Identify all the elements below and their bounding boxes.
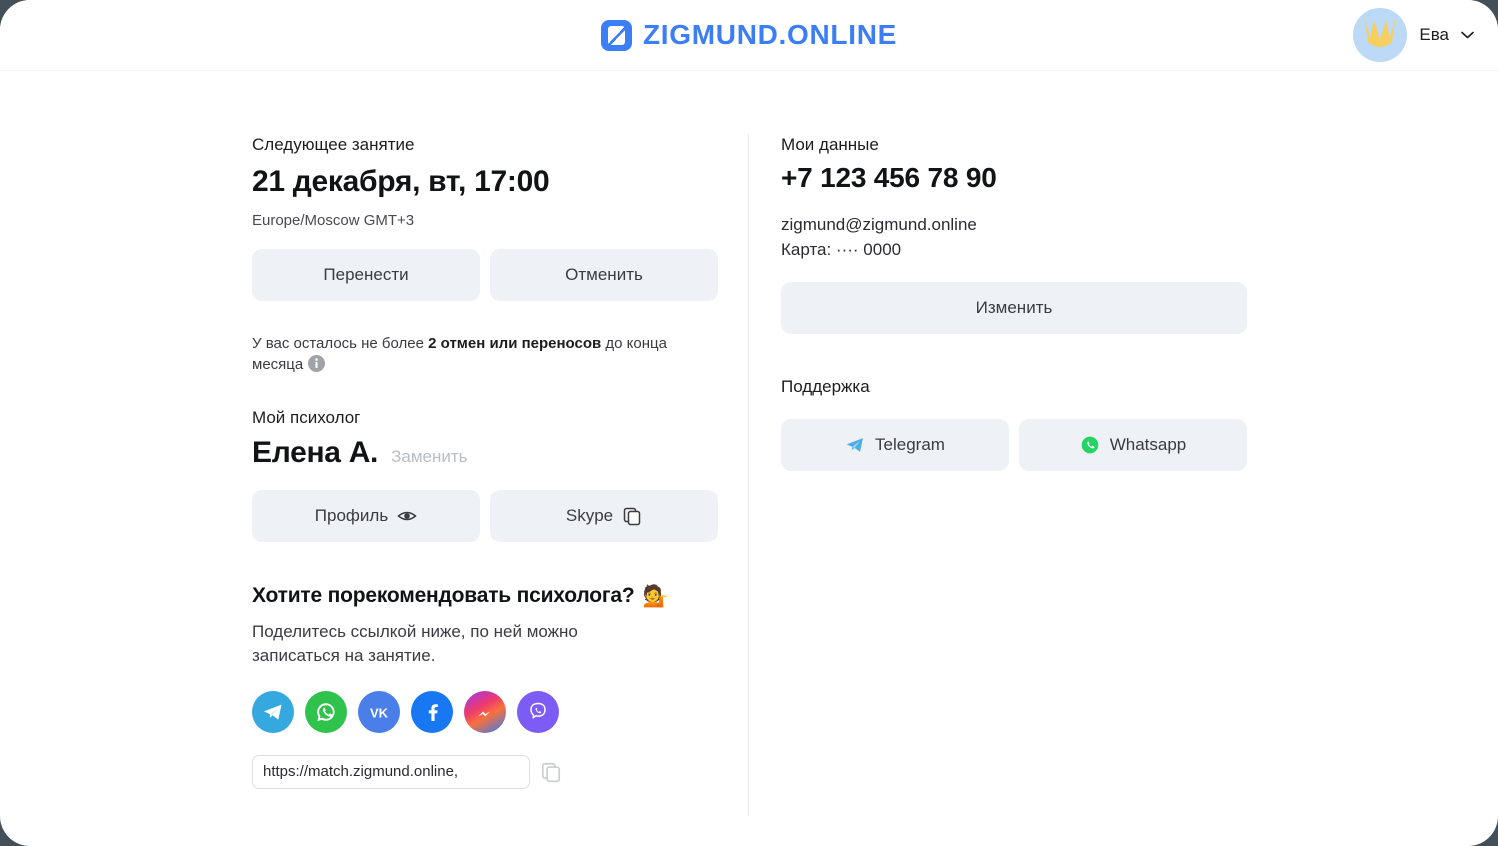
notice-count: 2 отмен или переносов (428, 334, 602, 352)
referral-title: Хотите порекомендовать психолога? (252, 584, 635, 608)
my-data-label: Мои данные (781, 135, 879, 154)
support-telegram-label: Telegram (875, 434, 945, 454)
right-column: Мои данные +7 123 456 78 90 zigmund@zigm… (781, 134, 1247, 471)
support-whatsapp-button[interactable]: Whatsapp (1019, 418, 1247, 471)
support-section: Поддержка Telegram Whatsapp (781, 376, 1247, 471)
share-viber-button[interactable] (517, 690, 559, 733)
referral-link-row (252, 754, 718, 789)
column-divider (748, 134, 749, 816)
share-telegram-button[interactable] (252, 690, 294, 733)
psychologist-actions: Профиль Skype (252, 490, 718, 543)
cancel-button[interactable]: Отменить (490, 248, 718, 301)
user-avatar (1353, 8, 1408, 62)
copy-icon (623, 508, 641, 526)
notice-prefix: У вас осталось не более (252, 334, 429, 352)
referral-social-row: VK (252, 690, 718, 733)
replace-psychologist-link[interactable]: Заменить (391, 447, 467, 467)
cancellation-notice: У вас осталось не более 2 отмен или пере… (252, 333, 672, 376)
brand-logo[interactable]: ZIGMUND.ONLINE (600, 19, 897, 51)
psychologist-label: Мой психолог (252, 408, 361, 428)
psychologist-section: Мой психолог Елена А. Заменить Профиль S… (252, 407, 718, 543)
profile-button-label: Профиль (314, 506, 389, 526)
info-icon[interactable] (308, 354, 326, 372)
skype-copy-button[interactable]: Skype (490, 490, 718, 543)
vk-icon: VK (370, 705, 389, 720)
next-session-label: Следующее занятие (252, 135, 415, 154)
whatsapp-icon (1081, 436, 1099, 453)
facebook-icon (428, 703, 438, 721)
referral-description: Поделитесь ссылкой ниже, по ней можно за… (252, 622, 578, 666)
skype-button-label: Skype (565, 506, 614, 526)
share-whatsapp-button[interactable] (305, 690, 347, 733)
support-label: Поддержка (781, 377, 870, 397)
contact-details: zigmund@zigmund.online Карта: ···· 0000 (781, 212, 1247, 262)
support-actions: Telegram Whatsapp (781, 418, 1247, 471)
next-session-section: Следующее занятие 21 декабря, вт, 17:00 … (252, 134, 718, 301)
svg-text:VK: VK (370, 705, 389, 720)
avatar-crown-icon (1364, 16, 1397, 47)
referral-title-row: Хотите порекомендовать психолога? 💁 (252, 584, 718, 608)
next-session-datetime: 21 декабря, вт, 17:00 (252, 165, 550, 199)
copy-icon (541, 762, 561, 782)
card-number: Карта: ···· 0000 (781, 240, 902, 260)
support-whatsapp-label: Whatsapp (1109, 434, 1187, 454)
support-telegram-button[interactable]: Telegram (781, 418, 1009, 471)
user-menu[interactable]: Ева (1353, 8, 1474, 62)
page-content: Следующее занятие 21 декабря, вт, 17:00 … (0, 71, 1498, 816)
referral-link-input[interactable] (252, 754, 530, 789)
copy-referral-link-button[interactable] (538, 759, 564, 785)
edit-data-button[interactable]: Изменить (781, 282, 1247, 335)
referral-section: Хотите порекомендовать психолога? 💁 Поде… (252, 584, 718, 789)
brand-name: ZIGMUND.ONLINE (642, 19, 897, 50)
zigmund-logo-icon (600, 19, 632, 51)
telegram-icon (264, 704, 282, 720)
app-window: ZIGMUND.ONLINE Ева Следующее занятие 21 … (0, 0, 1498, 846)
profile-button[interactable]: Профиль (252, 490, 480, 543)
my-data-section: Мои данные +7 123 456 78 90 zigmund@zigm… (781, 134, 1247, 335)
left-column: Следующее занятие 21 декабря, вт, 17:00 … (252, 134, 718, 789)
next-session-timezone: Europe/Moscow GMT+3 (252, 211, 415, 229)
page-header: ZIGMUND.ONLINE Ева (0, 0, 1498, 71)
share-vk-button[interactable]: VK (358, 690, 400, 733)
viber-icon (530, 702, 546, 719)
psychologist-name: Елена А. (252, 436, 379, 470)
person-tipping-hand-icon: 💁 (642, 584, 669, 608)
share-facebook-button[interactable] (411, 690, 453, 733)
chevron-down-icon[interactable] (1461, 31, 1474, 39)
messenger-icon (478, 711, 490, 717)
psychologist-name-row: Елена А. Заменить (252, 436, 718, 470)
eye-icon (397, 512, 417, 521)
whatsapp-icon (317, 702, 335, 721)
email-address: zigmund@zigmund.online (781, 215, 977, 235)
user-name: Ева (1419, 25, 1449, 44)
phone-number: +7 123 456 78 90 (781, 162, 997, 194)
telegram-icon (846, 437, 863, 452)
share-messenger-button[interactable] (464, 690, 506, 733)
reschedule-button[interactable]: Перенести (252, 248, 480, 301)
session-actions: Перенести Отменить (252, 248, 718, 301)
